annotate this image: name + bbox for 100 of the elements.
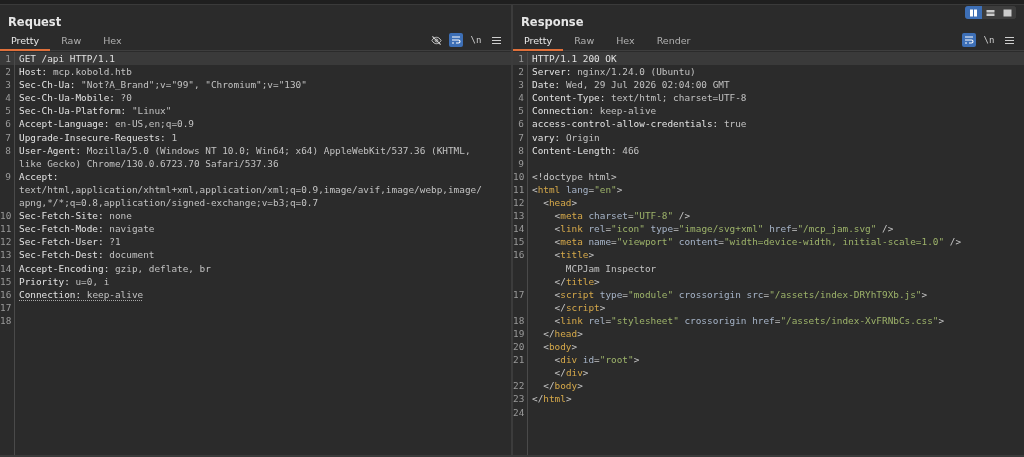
newline-toggle[interactable]: \n	[982, 33, 996, 47]
code-line: </head>	[542, 326, 583, 341]
code-line: </title>	[553, 274, 600, 288]
menu-icon	[1004, 35, 1014, 45]
line-number: 18	[0, 313, 15, 327]
line-number: 18	[513, 313, 528, 327]
code-line: text/html,application/xhtml+xml,application/xml;q=0.9,image/avif,image/webp,image/	[18, 182, 482, 197]
code-line: HTTP/1.1 200 OK	[531, 52, 617, 66]
code-line: <title>	[553, 248, 595, 262]
code-line: </html>	[531, 392, 572, 406]
layout-toggle[interactable]	[965, 6, 982, 19]
line-number: 8	[0, 143, 15, 157]
line-number: 15	[513, 235, 528, 249]
line-number: 9	[513, 156, 528, 170]
line-number: 7	[0, 130, 15, 144]
single-pane-icon	[1003, 8, 1012, 17]
line-number: 4	[0, 91, 15, 105]
view-tab[interactable]: Hex	[605, 35, 646, 51]
line-number: 23	[513, 392, 528, 406]
columns-icon	[969, 8, 978, 17]
line-number: 16	[513, 248, 528, 262]
view-tab[interactable]: Hex	[92, 35, 133, 51]
code-line: apng,*/*;q=0.8,application/signed-exchange;v=b3;q=0.7	[18, 196, 319, 210]
line-number: 1	[513, 52, 528, 66]
line-number: 19	[513, 326, 528, 341]
code-line: Sec-Ch-Ua-Mobile: ?0	[18, 91, 132, 105]
code-line: User-Agent: Mozilla/5.0 (Windows NT 10.0; Win64; x64) AppleWebKit/537.36 (KHTML,	[18, 143, 471, 157]
line-number: 21	[513, 353, 528, 367]
hidden-eye-icon	[430, 34, 442, 46]
wrap-icon	[451, 35, 461, 45]
code-line: <!doctype html>	[531, 169, 617, 183]
line-number: 5	[513, 104, 528, 118]
rows-icon	[986, 8, 995, 17]
line-number: 20	[513, 340, 528, 354]
code-line: </body>	[542, 379, 583, 393]
code-line: Sec-Fetch-Dest: document	[18, 248, 155, 262]
code-line: vary: Origin	[531, 130, 600, 144]
code-line: <meta name="viewport" content="width=device-width, initial-scale=1.0" />	[553, 235, 962, 249]
code-line: <script type="module" crossorigin src="/assets/index-DRYhT9Xb.js">	[553, 287, 928, 301]
code-line: Sec-Fetch-User: ?1	[18, 235, 121, 249]
line-number: 17	[513, 287, 528, 301]
code-line: </div>	[553, 366, 589, 380]
code-line: <meta charset="UTF-8" />	[553, 209, 691, 223]
code-line: Sec-Ch-Ua: "Not?A_Brand";v="99", "Chromium";v="130"	[18, 78, 307, 92]
line-number: 9	[0, 169, 15, 183]
line-number: 24	[513, 405, 528, 419]
line-number: 13	[0, 248, 15, 262]
code-line: Accept-Language: en-US,en;q=0.9	[18, 117, 194, 131]
code-line: Connection: keep-alive	[18, 287, 144, 301]
line-number: 14	[0, 261, 15, 275]
code-line: Sec-Fetch-Site: none	[18, 209, 132, 223]
line-number: 8	[513, 143, 528, 157]
line-number: 6	[513, 117, 528, 131]
line-number: 12	[513, 196, 528, 210]
code-line: Sec-Ch-Ua-Platform: "Linux"	[18, 104, 172, 118]
line-number: 11	[513, 182, 528, 197]
line-number: 22	[513, 379, 528, 393]
line-number: 2	[513, 65, 528, 79]
code-line: Host: mcp.kobold.htb	[18, 65, 132, 79]
code-line: <head>	[542, 196, 578, 210]
panel-title: Response	[521, 15, 584, 31]
line-number: 3	[0, 78, 15, 92]
code-line: Content-Type: text/html; charset=UTF-8	[531, 91, 747, 105]
code-line: <html lang="en">	[531, 182, 623, 197]
line-number: 1	[0, 52, 15, 66]
line-number: 14	[513, 222, 528, 236]
code-line: Connection: keep-alive	[531, 104, 657, 118]
code-line: GET /api HTTP/1.1	[18, 52, 115, 66]
line-number: 11	[0, 222, 15, 236]
code-line: <link rel="icon" type="image/svg+xml" href="/mcp_jam.svg" />	[553, 222, 894, 236]
code-line: Server: nginx/1.24.0 (Ubuntu)	[531, 65, 696, 79]
line-number: 13	[513, 209, 528, 223]
panel-title: Request	[8, 15, 62, 31]
wrap-icon	[964, 35, 974, 45]
newline-toggle[interactable]: \n	[469, 33, 483, 47]
code-line: Sec-Fetch-Mode: navigate	[18, 222, 155, 236]
menu-icon	[491, 35, 501, 45]
code-line: <div id="root">	[553, 353, 640, 367]
code-line: Accept-Encoding: gzip, deflate, br	[18, 261, 211, 275]
code-line: <link rel="stylesheet" crossorigin href="/assets/index-XvFRNbCs.css">	[553, 313, 945, 327]
code-line: like Gecko) Chrome/130.0.6723.70 Safari/537.36	[18, 156, 279, 170]
code-line: access-control-allow-credentials: true	[531, 117, 747, 131]
view-tab[interactable]: Raw	[50, 35, 93, 51]
code-line: MCPJam Inspector	[564, 261, 657, 275]
code-line: Priority: u=0, i	[18, 274, 110, 288]
view-tab[interactable]: Render	[645, 35, 702, 51]
code-line: Content-Length: 466	[531, 143, 640, 157]
wrap-button[interactable]	[449, 33, 463, 47]
code-line: Upgrade-Insecure-Requests: 1	[18, 130, 178, 144]
code-line: Date: Wed, 29 Jul 2026 02:04:00 GMT	[531, 78, 730, 92]
view-tab[interactable]: Raw	[563, 35, 606, 51]
line-number: 3	[513, 78, 528, 92]
line-number: 6	[0, 117, 15, 131]
line-number: 10	[0, 209, 15, 223]
line-number: 17	[0, 300, 15, 314]
line-number: 4	[513, 91, 528, 105]
code-line: </script>	[553, 300, 606, 314]
wrap-button[interactable]	[962, 33, 976, 47]
line-number: 16	[0, 287, 15, 301]
eye-off-button[interactable]	[429, 33, 443, 47]
